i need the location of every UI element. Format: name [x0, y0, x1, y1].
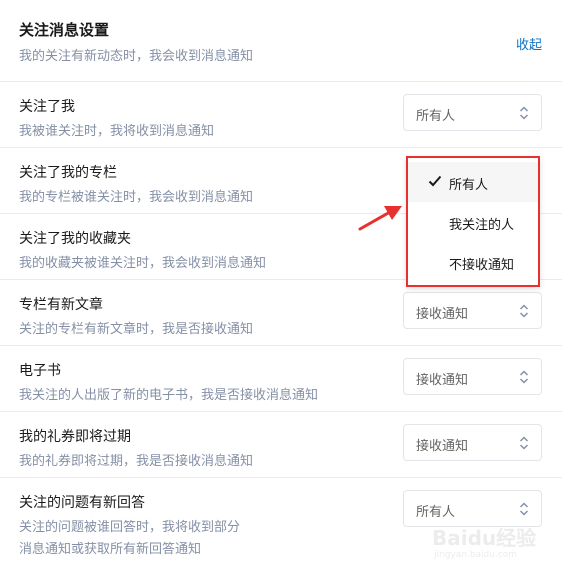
setting-description: 我的专栏被谁关注时，我会收到消息通知	[19, 190, 254, 205]
option-label: 不接收通知	[449, 258, 515, 273]
sort-arrows-icon	[519, 370, 529, 384]
coupon-expiring-select[interactable]: 接收通知	[403, 424, 542, 461]
dropdown-option-no-notify[interactable]: 不接收通知	[408, 242, 538, 282]
audience-dropdown-menu: 所有人 我关注的人 不接收通知	[406, 156, 540, 287]
sort-arrows-icon	[519, 436, 529, 450]
settings-header: 关注消息设置 我的关注有新动态时，我会收到消息通知 收起	[0, 0, 562, 82]
setting-description: 我关注的人出版了新的电子书，我是否接收消息通知	[19, 388, 319, 403]
setting-description-line: 消息通知或获取所有新回答通知	[19, 542, 202, 557]
dropdown-option-following[interactable]: 我关注的人	[408, 202, 538, 242]
followed-me-select[interactable]: 所有人	[403, 94, 542, 131]
section-description: 我的关注有新动态时，我会收到消息通知	[19, 49, 254, 64]
option-label: 所有人	[449, 178, 489, 193]
setting-description: 我被谁关注时，我将收到消息通知	[19, 124, 215, 139]
sort-arrows-icon	[519, 502, 529, 516]
select-value: 接收通知	[416, 373, 469, 388]
annotation-arrow-icon	[358, 206, 402, 231]
ebook-select[interactable]: 接收通知	[403, 358, 542, 395]
setting-description: 我的礼券即将过期，我是否接收消息通知	[19, 454, 254, 469]
watermark-text: Baidu经验	[432, 526, 537, 550]
collapse-link[interactable]: 收起	[516, 34, 542, 53]
setting-row-ebook: 电子书 我关注的人出版了新的电子书，我是否接收消息通知 接收通知	[0, 346, 562, 412]
setting-title: 专栏有新文章	[19, 297, 103, 313]
dropdown-option-everyone[interactable]: 所有人	[408, 162, 538, 202]
select-value: 接收通知	[416, 439, 469, 454]
setting-title: 关注的问题有新回答	[19, 495, 145, 511]
setting-description: 我的收藏夹被谁关注时，我会收到消息通知	[19, 256, 267, 271]
setting-title: 关注了我的收藏夹	[19, 231, 131, 247]
sort-arrows-icon	[519, 304, 529, 318]
setting-title: 关注了我的专栏	[19, 165, 117, 181]
baidu-watermark: Baidu经验 jingyan.baidu.com	[432, 518, 558, 568]
setting-description: 关注的专栏有新文章时，我是否接收通知	[19, 322, 254, 337]
select-value: 所有人	[416, 109, 456, 124]
section-title: 关注消息设置	[19, 21, 110, 39]
setting-description-line: 关注的问题被谁回答时，我将收到部分	[19, 520, 241, 535]
setting-row-column-article: 专栏有新文章 关注的专栏有新文章时，我是否接收通知 接收通知	[0, 280, 562, 346]
checkmark-icon	[428, 175, 442, 187]
setting-title: 电子书	[19, 363, 61, 379]
column-article-select[interactable]: 接收通知	[403, 292, 542, 329]
setting-title: 我的礼券即将过期	[19, 429, 131, 445]
setting-description: 关注的问题被谁回答时，我将收到部分 消息通知或获取所有新回答通知	[19, 517, 240, 561]
setting-title: 关注了我	[19, 99, 75, 115]
watermark-url: jingyan.baidu.com	[434, 550, 518, 560]
setting-row-followed-me: 关注了我 我被谁关注时，我将收到消息通知 所有人	[0, 82, 562, 148]
select-value: 接收通知	[416, 307, 469, 322]
setting-row-coupon-expiring: 我的礼券即将过期 我的礼券即将过期，我是否接收消息通知 接收通知	[0, 412, 562, 478]
option-label: 我关注的人	[449, 218, 515, 233]
sort-arrows-icon	[519, 106, 529, 120]
